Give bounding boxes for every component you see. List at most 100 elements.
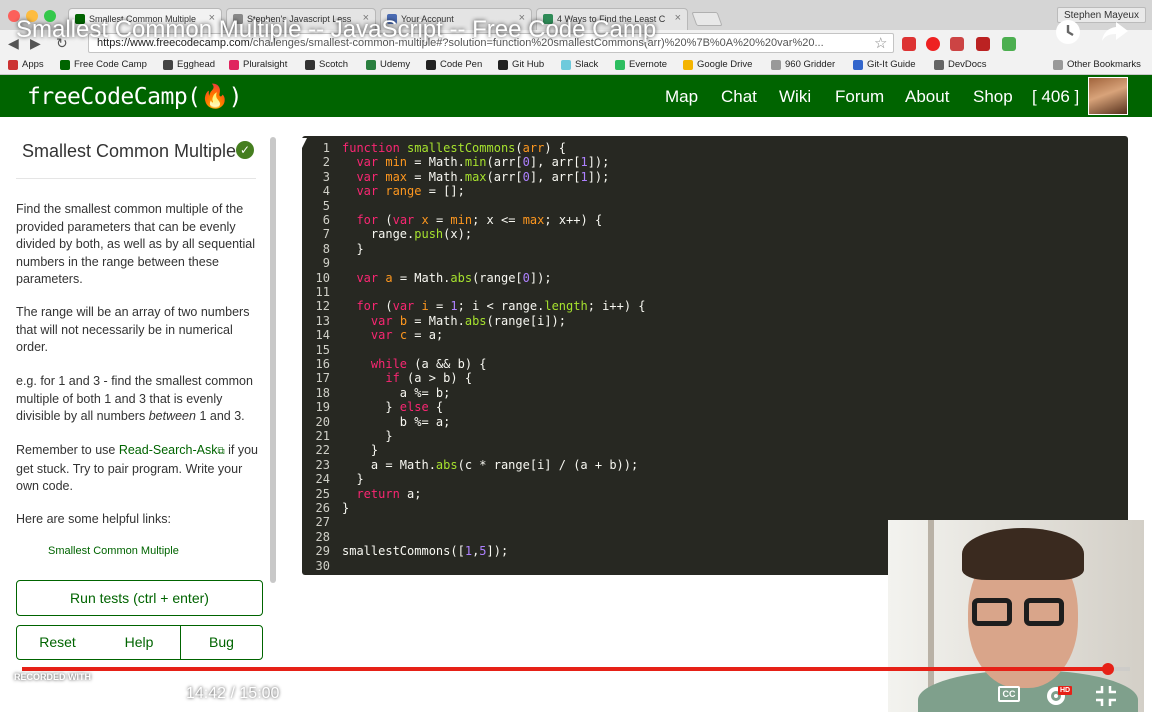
bookmark-egghead[interactable]: Egghead xyxy=(163,59,215,70)
apps-grid-icon xyxy=(8,60,18,70)
play-icon[interactable] xyxy=(42,684,64,706)
line-number: 30 xyxy=(315,558,330,573)
fcc-logo[interactable]: freeCodeCamp(🔥) xyxy=(27,83,243,110)
code-line[interactable]: 14 var c = a; xyxy=(302,328,1122,342)
bookmark-google-drive[interactable]: Google Drive xyxy=(683,59,752,70)
reset-button[interactable]: Reset xyxy=(16,625,99,660)
nav-link-forum[interactable]: Forum xyxy=(835,87,884,107)
code-line[interactable]: 5 xyxy=(302,199,1122,213)
code-line[interactable]: 13 var b = Math.abs(range[i]); xyxy=(302,314,1122,328)
challenge-title: Smallest Common Multiple xyxy=(22,141,237,161)
extension-opera-icon[interactable] xyxy=(926,37,940,51)
bookmark-pluralsight[interactable]: Pluralsight xyxy=(229,59,287,70)
bookmark-other[interactable]: Other Bookmarks xyxy=(1053,59,1141,70)
code-line[interactable]: 11 xyxy=(302,285,1122,299)
code-line[interactable]: 25 return a; xyxy=(302,487,1122,501)
code-line[interactable]: 21 } xyxy=(302,429,1122,443)
closed-captions-button[interactable]: CC xyxy=(998,686,1020,702)
video-title: Smallest Common Multiple -- JavaScript -… xyxy=(16,16,657,43)
bookmark-evernote[interactable]: Evernote xyxy=(615,59,667,70)
bookmark-apps[interactable]: Apps xyxy=(8,59,44,70)
bug-button[interactable]: Bug xyxy=(180,625,263,660)
code-line[interactable]: 7 range.push(x); xyxy=(302,227,1122,241)
code-line[interactable]: 24 } xyxy=(302,472,1122,486)
page-icon xyxy=(771,60,781,70)
video-progress-fill xyxy=(22,667,1108,671)
extension-evernote-icon[interactable] xyxy=(1002,37,1016,51)
share-arrow-icon[interactable] xyxy=(1100,18,1130,44)
code-line[interactable]: 23 a = Math.abs(c * range[i] / (a + b)); xyxy=(302,458,1122,472)
line-number: 17 xyxy=(315,371,330,386)
helpful-link-smallest-common-multiple[interactable]: Smallest Common Multiple xyxy=(48,545,179,557)
code-line[interactable]: 10 var a = Math.abs(range[0]); xyxy=(302,271,1122,285)
line-number: 5 xyxy=(322,198,330,213)
code-line[interactable]: 4 var range = []; xyxy=(302,184,1122,198)
volume-icon[interactable] xyxy=(142,684,170,706)
nav-link-chat[interactable]: Chat xyxy=(721,87,757,107)
code-line[interactable]: 2 var min = Math.min(arr[0], arr[1]); xyxy=(302,155,1122,169)
code-text: var a = Math.abs(range[0]); xyxy=(356,270,552,285)
code-text: if (a > b) { xyxy=(385,371,473,386)
panel-scrollbar[interactable] xyxy=(270,137,276,583)
code-line[interactable]: 18 a %= b; xyxy=(302,386,1122,400)
user-avatar[interactable] xyxy=(1088,77,1128,115)
code-line[interactable]: 8 } xyxy=(302,242,1122,256)
nav-link-map[interactable]: Map xyxy=(665,87,698,107)
code-line[interactable]: 3 var max = Math.max(arr[0], arr[1]); xyxy=(302,170,1122,184)
code-line[interactable]: 15 xyxy=(302,343,1122,357)
bookmark-label: Git Hub xyxy=(512,59,545,70)
egghead-icon xyxy=(163,60,173,70)
extension-puzzle-icon[interactable] xyxy=(950,37,964,51)
line-number: 6 xyxy=(322,213,330,227)
nav-link-wiki[interactable]: Wiki xyxy=(779,87,811,107)
webcam-hair xyxy=(962,528,1084,580)
code-line[interactable]: 1 function smallestCommons(arr) { xyxy=(302,141,1122,155)
new-tab-button[interactable] xyxy=(691,12,723,26)
code-text: } else { xyxy=(342,400,444,415)
line-number: 29 xyxy=(315,544,330,559)
code-line[interactable]: 9 xyxy=(302,256,1122,270)
bookmark-free-code-camp[interactable]: Free Code Camp xyxy=(60,59,147,70)
code-line[interactable]: 6 for (var x = min; x <= max; x++) { xyxy=(302,213,1122,227)
help-button[interactable]: Help xyxy=(98,625,181,660)
bookmark-scotch[interactable]: Scotch xyxy=(305,59,348,70)
udemy-icon xyxy=(366,60,376,70)
bookmark-github[interactable]: Git Hub xyxy=(498,59,544,70)
google-drive-icon xyxy=(683,60,693,70)
bookmark-label: Apps xyxy=(22,59,44,70)
bookmark-code-pen[interactable]: Code Pen xyxy=(426,59,482,70)
bookmark-udemy[interactable]: Udemy xyxy=(366,59,410,70)
next-video-icon[interactable] xyxy=(98,685,120,705)
nav-link-about[interactable]: About xyxy=(905,87,949,107)
run-tests-button[interactable]: Run tests (ctrl + enter) xyxy=(16,580,263,616)
read-search-ask-link[interactable]: Read-Search-Ask xyxy=(119,443,218,457)
bookmark-label: Git-It Guide xyxy=(867,59,916,70)
code-line[interactable]: 19 } else { xyxy=(302,400,1122,414)
bookmark-960-gridder[interactable]: 960 Gridder xyxy=(771,59,835,70)
code-line[interactable]: 26} xyxy=(302,501,1122,515)
points-counter[interactable]: [ 406 ] xyxy=(1032,87,1079,107)
extension-lastpass-icon[interactable] xyxy=(976,37,990,51)
bookmark-label: Egghead xyxy=(177,59,216,70)
code-line[interactable]: 12 for (var i = 1; i < range.length; i++… xyxy=(302,299,1122,313)
extension-pocket-icon[interactable] xyxy=(902,37,916,51)
code-text: var max = Math.max(arr[0], arr[1]); xyxy=(356,169,610,184)
video-progress-bar[interactable] xyxy=(22,663,1130,675)
bookmark-slack[interactable]: Slack xyxy=(561,59,598,70)
bookmark-git-it-guide[interactable]: Git-It Guide xyxy=(853,59,916,70)
exit-fullscreen-icon[interactable] xyxy=(1094,684,1118,708)
code-editor[interactable]: 1 function smallestCommons(arr) {2 var mi… xyxy=(302,136,1128,575)
challenge-reminder: Remember to use Read-Search-Ask⧉ if you … xyxy=(16,443,258,494)
close-tab-icon[interactable]: × xyxy=(675,12,681,24)
watch-later-clock-icon[interactable] xyxy=(1054,18,1082,46)
codepen-icon xyxy=(426,60,436,70)
video-scrubber-handle[interactable] xyxy=(1102,663,1114,675)
code-line[interactable]: 22 } xyxy=(302,443,1122,457)
nav-link-shop[interactable]: Shop xyxy=(973,87,1013,107)
challenge-panel: Smallest Common Multiple ✓ Find the smal… xyxy=(0,117,280,720)
bookmark-star-icon[interactable]: ☆ xyxy=(874,34,887,52)
code-line[interactable]: 20 b %= a; xyxy=(302,415,1122,429)
code-line[interactable]: 16 while (a && b) { xyxy=(302,357,1122,371)
bookmark-devdocs[interactable]: DevDocs xyxy=(934,59,987,70)
code-line[interactable]: 17 if (a > b) { xyxy=(302,371,1122,385)
